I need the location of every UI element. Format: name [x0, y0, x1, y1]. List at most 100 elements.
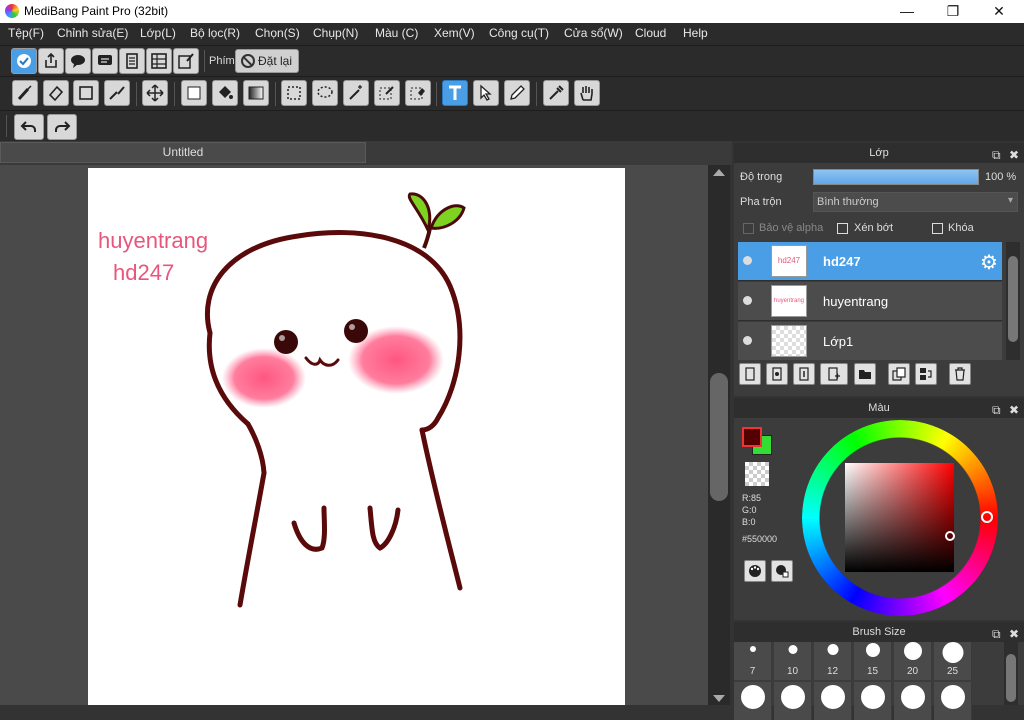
brush-size-large[interactable]	[774, 682, 812, 720]
brush-size-7[interactable]: 7	[734, 642, 772, 680]
menu-layer[interactable]: Lớp(L)	[140, 26, 176, 40]
transparent-color-swatch[interactable]	[745, 462, 769, 486]
gear-icon[interactable]: ⚙	[980, 250, 998, 275]
layer-row-lop1[interactable]: Lớp1	[738, 322, 1002, 360]
new-1bit-layer-button[interactable]	[793, 363, 815, 385]
magic-wand-tool-button[interactable]	[343, 80, 369, 106]
menu-select[interactable]: Chọn(S)	[255, 26, 300, 40]
canvas-area[interactable]: huyentrang hd247	[0, 165, 708, 705]
popout-icon[interactable]: ⧉	[992, 145, 1001, 165]
menu-color[interactable]: Màu (C)	[375, 26, 418, 40]
opacity-slider[interactable]	[813, 169, 979, 185]
menu-tools[interactable]: Công cụ(T)	[489, 26, 549, 40]
popout-icon[interactable]: ⧉	[992, 624, 1001, 644]
brush-size-large[interactable]	[854, 682, 892, 720]
new-folder-button[interactable]	[854, 363, 876, 385]
operation-tool-button[interactable]	[473, 80, 499, 106]
clipping-checkbox[interactable]	[837, 223, 848, 234]
reset-button[interactable]: Đặt lại	[235, 49, 299, 73]
panel-close-icon[interactable]: ✖	[1009, 145, 1019, 165]
brush-size-12[interactable]: 12	[814, 642, 852, 680]
scrollbar-thumb[interactable]	[710, 373, 728, 501]
brush-size-20[interactable]: 20	[894, 642, 932, 680]
minimize-button[interactable]: —	[884, 0, 930, 23]
select-eraser-tool-button[interactable]	[405, 80, 431, 106]
visibility-icon[interactable]	[743, 296, 752, 305]
palette-button[interactable]	[744, 560, 766, 582]
eyedropper-tool-button[interactable]	[543, 80, 569, 106]
brush-scrollbar-thumb[interactable]	[1006, 654, 1016, 702]
brush-size-10[interactable]: 10	[774, 642, 812, 680]
popout-icon[interactable]: ⧉	[992, 400, 1001, 420]
message-button[interactable]	[92, 48, 118, 74]
drawing-canvas[interactable]: huyentrang hd247	[88, 168, 625, 705]
maximize-button[interactable]: ❐	[930, 0, 976, 23]
layer-panel-title: Lớp	[869, 147, 889, 159]
menu-help[interactable]: Help	[683, 26, 708, 40]
scroll-up-arrow-icon[interactable]	[713, 169, 725, 176]
page-manage-button[interactable]	[146, 48, 172, 74]
eraser-tool-button[interactable]	[43, 80, 69, 106]
hand-tool-button[interactable]	[574, 80, 600, 106]
visibility-icon[interactable]	[743, 336, 752, 345]
toolbar-separator	[136, 82, 137, 106]
gradient-tool-button[interactable]	[243, 80, 269, 106]
brush-size-large[interactable]	[734, 682, 772, 720]
brush-tool-button[interactable]	[12, 80, 38, 106]
brush-size-15[interactable]: 15	[854, 642, 892, 680]
cloud-save-button[interactable]	[11, 48, 37, 74]
select-pen-tool-button[interactable]	[374, 80, 400, 106]
panel-close-icon[interactable]: ✖	[1009, 624, 1019, 644]
menu-capture[interactable]: Chụp(N)	[313, 26, 358, 40]
redo-button[interactable]	[47, 114, 77, 140]
menu-edit[interactable]: Chỉnh sửa(E)	[57, 26, 128, 40]
text-tool-button[interactable]	[442, 80, 468, 106]
merge-layer-button[interactable]	[915, 363, 937, 385]
menu-cloud[interactable]: Cloud	[635, 26, 666, 40]
visibility-icon[interactable]	[743, 256, 752, 265]
color-settings-button[interactable]	[771, 560, 793, 582]
fill-shape-tool-button[interactable]	[181, 80, 207, 106]
delete-layer-button[interactable]	[949, 363, 971, 385]
primary-color-swatch[interactable]	[742, 427, 762, 447]
share-button[interactable]	[38, 48, 64, 74]
sv-selector-handle[interactable]	[945, 531, 955, 541]
brush-panel-scrollbar[interactable]	[1004, 642, 1018, 705]
blend-mode-select[interactable]: Bình thường ▾	[813, 192, 1018, 212]
menu-file[interactable]: Tệp(F)	[8, 26, 44, 40]
page-button[interactable]	[119, 48, 145, 74]
tab-untitled[interactable]: Untitled	[0, 142, 366, 163]
duplicate-layer-button[interactable]	[888, 363, 910, 385]
brush-size-large[interactable]	[814, 682, 852, 720]
line-tool-button[interactable]	[104, 80, 130, 106]
add-layer-menu-button[interactable]	[820, 363, 848, 385]
canvas-vertical-scrollbar[interactable]	[708, 165, 730, 705]
menu-view[interactable]: Xem(V)	[434, 26, 475, 40]
scroll-down-arrow-icon[interactable]	[713, 695, 725, 702]
layer-scrollbar-thumb[interactable]	[1008, 256, 1018, 342]
new-layer-button[interactable]	[739, 363, 761, 385]
bucket-tool-button[interactable]	[212, 80, 238, 106]
menu-filter[interactable]: Bộ lọc(R)	[190, 26, 240, 40]
page-edit-button[interactable]	[173, 48, 199, 74]
close-window-button[interactable]: ✕	[976, 0, 1022, 23]
layer-row-hd247[interactable]: hd247 hd247 ⚙	[738, 242, 1002, 281]
undo-button[interactable]	[14, 114, 44, 140]
divide-tool-button[interactable]	[504, 80, 530, 106]
brush-size-25[interactable]: 25	[934, 642, 972, 680]
panel-close-icon[interactable]: ✖	[1009, 400, 1019, 420]
new-halftone-layer-button[interactable]	[766, 363, 788, 385]
move-tool-button[interactable]	[142, 80, 168, 106]
lasso-tool-button[interactable]	[312, 80, 338, 106]
comment-button[interactable]	[65, 48, 91, 74]
menu-window[interactable]: Cửa sổ(W)	[564, 26, 623, 40]
lock-checkbox[interactable]	[932, 223, 943, 234]
layer-list-scrollbar[interactable]	[1006, 242, 1020, 360]
brush-size-large[interactable]	[894, 682, 932, 720]
alpha-protect-checkbox[interactable]	[743, 223, 754, 234]
select-rect-tool-button[interactable]	[281, 80, 307, 106]
saturation-value-square[interactable]	[845, 463, 955, 572]
layer-row-huyentrang[interactable]: huyentrang huyentrang	[738, 282, 1002, 321]
brush-size-large[interactable]	[934, 682, 972, 720]
dot-tool-button[interactable]	[73, 80, 99, 106]
